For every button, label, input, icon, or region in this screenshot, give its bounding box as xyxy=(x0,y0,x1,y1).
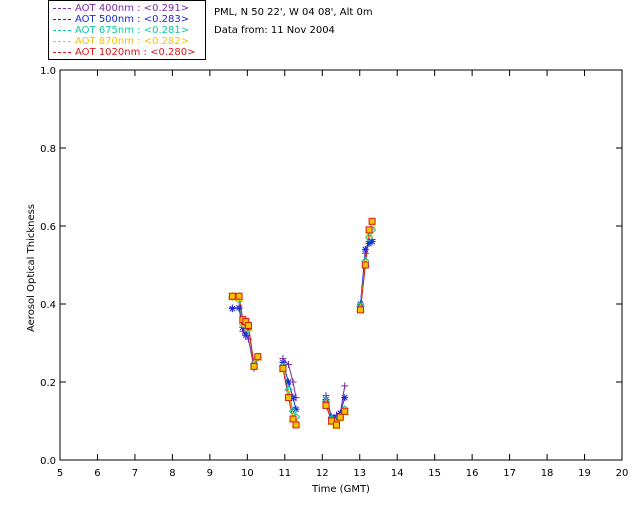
legend-item-870nm: AOT 870nm : <0.282> xyxy=(53,36,189,47)
legend: AOT 400nm : <0.291> AOT 500nm : <0.283> … xyxy=(48,0,206,60)
x-tick-label: 10 xyxy=(241,468,254,479)
data-point xyxy=(279,364,287,372)
legend-label-675nm: AOT 675nm : <0.281> xyxy=(75,25,190,36)
data-point xyxy=(341,394,349,402)
series-3 xyxy=(232,225,373,426)
x-tick-label: 7 xyxy=(132,468,138,479)
series-1 xyxy=(232,241,373,418)
x-tick-label: 20 xyxy=(616,468,629,479)
legend-item-400nm: AOT 400nm : <0.291> xyxy=(53,3,189,14)
legend-label-500nm: AOT 500nm : <0.283> xyxy=(75,14,190,25)
data-point xyxy=(333,421,341,429)
series-0 xyxy=(232,239,373,418)
data-point xyxy=(368,238,376,246)
data-point xyxy=(336,413,344,421)
x-tick-label: 14 xyxy=(391,468,404,479)
legend-item-675nm: AOT 675nm : <0.281> xyxy=(53,25,189,36)
x-tick-label: 11 xyxy=(278,468,291,479)
x-tick-label: 9 xyxy=(207,468,213,479)
data-point xyxy=(254,353,262,361)
data-point xyxy=(365,226,373,234)
station-info: PML, N 50 22', W 04 08', Alt 0m xyxy=(214,7,373,18)
data-point xyxy=(235,292,243,300)
data-point xyxy=(228,305,236,313)
legend-label-400nm: AOT 400nm : <0.291> xyxy=(75,3,190,14)
data-point xyxy=(341,382,349,390)
date-info: Data from: 11 Nov 2004 xyxy=(214,25,335,36)
data-point xyxy=(361,261,369,269)
x-tick-label: 12 xyxy=(316,468,329,479)
data-point xyxy=(285,394,293,402)
data-point xyxy=(250,362,258,370)
x-tick-label: 19 xyxy=(578,468,591,479)
data-point xyxy=(244,321,252,329)
legend-line-870nm xyxy=(53,40,71,42)
y-tick-label: 0.4 xyxy=(40,300,56,311)
y-tick-label: 0.8 xyxy=(40,144,56,155)
y-tick-label: 0.6 xyxy=(40,222,56,233)
y-axis-label: Aerosol Optical Thickness xyxy=(26,204,37,332)
aot-chart: 5 6 7 8 9 10 11 12 13 14 15 16 17 18 19 20 0.0 0.2 0.4 0.6 0… xyxy=(26,66,629,495)
legend-item-1020nm: AOT 1020nm : <0.280> xyxy=(53,47,195,58)
series-4 xyxy=(232,221,373,426)
legend-line-1020nm xyxy=(53,51,71,53)
legend-line-500nm xyxy=(53,18,71,20)
data-point xyxy=(322,401,330,409)
legend-label-870nm: AOT 870nm : <0.282> xyxy=(75,36,190,47)
x-tick-label: 8 xyxy=(169,468,175,479)
y-tick-label: 0.0 xyxy=(40,456,56,467)
data-point xyxy=(289,415,297,423)
data-point xyxy=(285,378,293,386)
data-point xyxy=(341,407,349,415)
data-point xyxy=(228,292,236,300)
x-axis-label: Time (GMT) xyxy=(311,484,370,495)
legend-line-675nm xyxy=(53,29,71,31)
y-tick-label: 0.2 xyxy=(40,378,56,389)
series-markers-4 xyxy=(228,217,376,429)
y-tick-label: 1.0 xyxy=(40,66,56,77)
x-tick-label: 18 xyxy=(541,468,554,479)
plot-frame xyxy=(59,69,623,461)
plot-series xyxy=(228,217,377,429)
data-point xyxy=(235,304,243,312)
data-point xyxy=(361,245,369,253)
data-point xyxy=(356,306,364,314)
legend-line-400nm xyxy=(53,7,71,9)
series-2 xyxy=(232,229,373,422)
x-tick-label: 13 xyxy=(353,468,366,479)
x-tick-label: 6 xyxy=(94,468,100,479)
x-tick-label: 5 xyxy=(57,468,63,479)
legend-item-500nm: AOT 500nm : <0.283> xyxy=(53,14,189,25)
data-point xyxy=(292,421,300,429)
data-point xyxy=(368,217,376,225)
x-tick-label: 17 xyxy=(503,468,516,479)
legend-label-1020nm: AOT 1020nm : <0.280> xyxy=(75,47,196,58)
x-tick-label: 16 xyxy=(466,468,479,479)
x-tick-label: 15 xyxy=(428,468,441,479)
